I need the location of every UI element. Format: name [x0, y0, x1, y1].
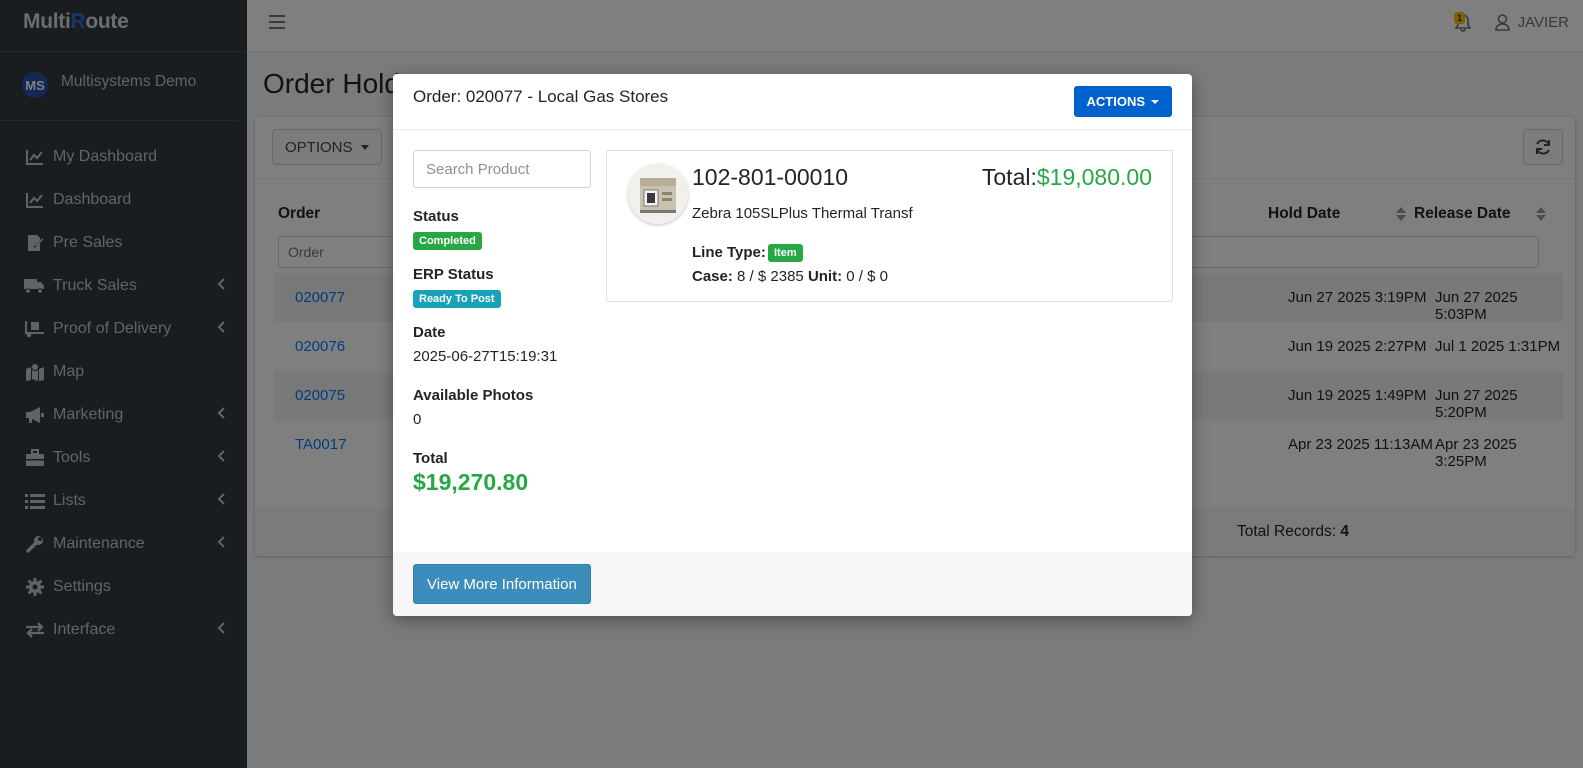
actions-dropdown-button[interactable]: ACTIONS [1073, 86, 1172, 117]
modal-header: Order: 020077 - Local Gas Stores ACTIONS [393, 74, 1192, 130]
view-more-information-button[interactable]: View More Information [413, 564, 591, 604]
order-detail-modal: Order: 020077 - Local Gas Stores ACTIONS… [393, 74, 1192, 616]
status-label: Status [413, 208, 459, 225]
line-type-label: Line Type: [692, 244, 766, 261]
product-total-amount: $19,080.00 [1036, 164, 1152, 190]
available-photos-value: 0 [413, 411, 422, 428]
available-photos-label: Available Photos [413, 387, 534, 404]
date-label: Date [413, 324, 446, 341]
product-line-card[interactable]: 102-801-00010 Total:$19,080.00 Zebra 105… [606, 150, 1173, 302]
erp-status-label: ERP Status [413, 266, 494, 283]
case-unit-line: Case: 8 / $ 2385 Unit: 0 / $ 0 [692, 268, 888, 285]
product-total-label: Total: [981, 164, 1037, 190]
modal-title: Order: 020077 - Local Gas Stores [413, 87, 669, 106]
product-total: Total:$19,080.00 [982, 164, 1152, 191]
case-label: Case: [692, 268, 733, 285]
line-type-badge: Item [768, 244, 803, 262]
product-description: Zebra 105SLPlus Thermal Transf [692, 205, 913, 222]
product-image [628, 164, 688, 224]
order-total-value: $19,270.80 [413, 469, 529, 495]
actions-label: ACTIONS [1086, 94, 1146, 109]
date-value: 2025-06-27T15:19:31 [413, 348, 558, 365]
unit-label: Unit: [807, 268, 843, 285]
product-code: 102-801-00010 [692, 164, 849, 190]
status-badge: Completed [413, 232, 482, 250]
modal-body: Status Completed ERP Status Ready To Pos… [393, 130, 1192, 552]
case-value: 8 / $ 2385 [737, 268, 804, 285]
erp-status-badge: Ready To Post [413, 290, 501, 308]
unit-value: 0 / $ 0 [846, 268, 888, 285]
caret-down-icon [1151, 99, 1159, 104]
search-product-input[interactable] [413, 150, 591, 188]
total-label: Total [413, 450, 448, 467]
modal-footer: View More Information [393, 552, 1192, 616]
